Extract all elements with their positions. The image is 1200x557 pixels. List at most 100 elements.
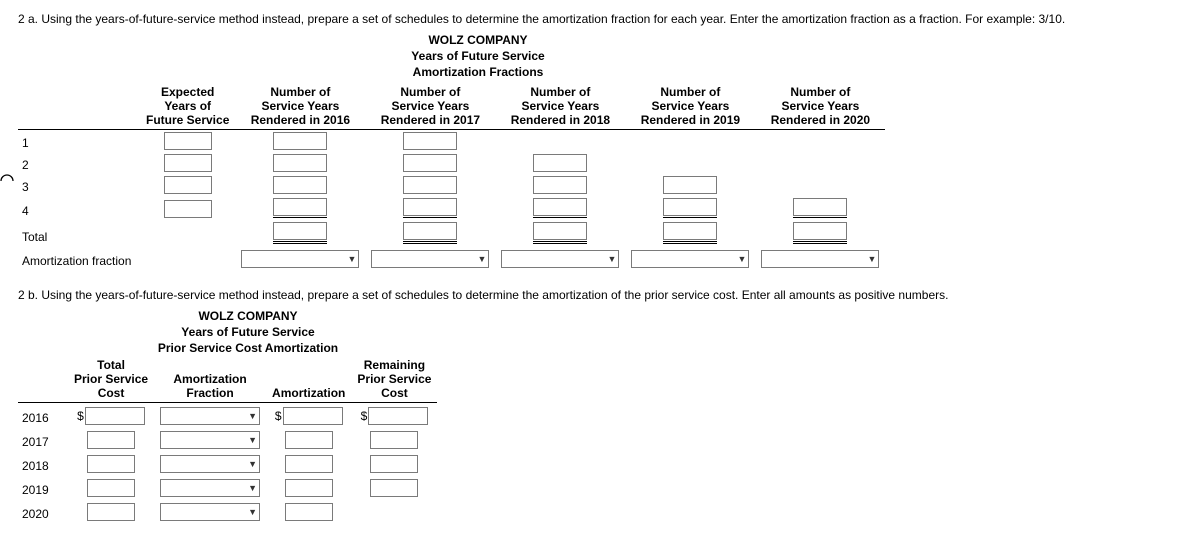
dropdown-fraction-2020[interactable]: ▼ (761, 250, 879, 268)
row-indicator-icon (0, 174, 14, 188)
col-expected-years: ExpectedYears ofFuture Service (140, 83, 235, 130)
col-rendered-2020: Number ofService YearsRendered in 2020 (755, 83, 885, 130)
input-r2017-1[interactable] (403, 132, 457, 150)
row-label: 2020 (18, 499, 68, 523)
input-amort-2018[interactable] (285, 455, 333, 473)
chevron-down-icon: ▼ (248, 435, 257, 445)
row-label: 2017 (18, 427, 68, 451)
table-row: 2 (18, 152, 885, 174)
dropdown-fraction-2016[interactable]: ▼ (241, 250, 359, 268)
col-rendered-2019: Number ofService YearsRendered in 2019 (625, 83, 755, 130)
dropdown-frac-2016[interactable]: ▼ (160, 407, 260, 425)
schedule-title-2a-2: Amortization Fractions (18, 64, 938, 80)
table-2b: TotalPrior ServiceCost AmortizationFract… (18, 356, 437, 523)
table-2a: ExpectedYears ofFuture Service Number of… (18, 83, 885, 270)
input-amort-2016[interactable] (283, 407, 343, 425)
dropdown-frac-2019[interactable]: ▼ (160, 479, 260, 497)
input-r2016-1[interactable] (273, 132, 327, 150)
dollar-sign: $ (275, 409, 283, 423)
row-label: 3 (18, 174, 140, 196)
input-total-2017[interactable] (403, 222, 457, 240)
chevron-down-icon: ▼ (248, 507, 257, 517)
table-row: 2018 ▼ (18, 451, 437, 475)
dropdown-frac-2017[interactable]: ▼ (160, 431, 260, 449)
row-label: 4 (18, 196, 140, 220)
input-psc-2019[interactable] (87, 479, 135, 497)
input-r2018-3[interactable] (533, 176, 587, 194)
dropdown-fraction-2019[interactable]: ▼ (631, 250, 749, 268)
input-expected-2[interactable] (164, 154, 212, 172)
dropdown-frac-2018[interactable]: ▼ (160, 455, 260, 473)
col-rendered-2017: Number ofService YearsRendered in 2017 (365, 83, 495, 130)
total-label: Total (18, 220, 140, 246)
input-r2019-4[interactable] (663, 198, 717, 216)
input-expected-3[interactable] (164, 176, 212, 194)
chevron-down-icon: ▼ (248, 459, 257, 469)
input-r2016-2[interactable] (273, 154, 327, 172)
input-r2020-4[interactable] (793, 198, 847, 216)
table-row: 1 (18, 129, 885, 152)
dropdown-fraction-2018[interactable]: ▼ (501, 250, 619, 268)
dollar-sign: $ (77, 409, 85, 423)
table-row-total: Total (18, 220, 885, 246)
chevron-down-icon: ▼ (607, 254, 616, 264)
input-rem-2017[interactable] (370, 431, 418, 449)
table-row-amort-fraction: Amortization fraction ▼ ▼ ▼ ▼ ▼ (18, 246, 885, 270)
input-amort-2019[interactable] (285, 479, 333, 497)
input-rem-2019[interactable] (370, 479, 418, 497)
input-total-2019[interactable] (663, 222, 717, 240)
input-r2016-3[interactable] (273, 176, 327, 194)
input-r2017-2[interactable] (403, 154, 457, 172)
input-rem-2018[interactable] (370, 455, 418, 473)
chevron-down-icon: ▼ (248, 411, 257, 421)
input-amort-2017[interactable] (285, 431, 333, 449)
table-row: 2019 ▼ (18, 475, 437, 499)
schedule-title-2a-1: Years of Future Service (18, 48, 938, 64)
dropdown-frac-2020[interactable]: ▼ (160, 503, 260, 521)
row-label: 2018 (18, 451, 68, 475)
col-rendered-2018: Number ofService YearsRendered in 2018 (495, 83, 625, 130)
input-r2019-3[interactable] (663, 176, 717, 194)
schedule-title-2b-2: Prior Service Cost Amortization (18, 340, 478, 356)
col-rendered-2016: Number ofService YearsRendered in 2016 (235, 83, 365, 130)
table-row: 2020 ▼ (18, 499, 437, 523)
company-name-2a: WOLZ COMPANY (18, 32, 938, 48)
schedule-title-2b-1: Years of Future Service (18, 324, 478, 340)
col-remaining-psc: RemainingPrior ServiceCost (351, 356, 437, 403)
input-amort-2020[interactable] (285, 503, 333, 521)
col-amort-fraction: AmortizationFraction (154, 356, 266, 403)
input-total-2016[interactable] (273, 222, 327, 240)
col-total-psc: TotalPrior ServiceCost (68, 356, 154, 403)
input-r2018-4[interactable] (533, 198, 587, 216)
dollar-sign: $ (361, 409, 369, 423)
input-r2018-2[interactable] (533, 154, 587, 172)
input-psc-2018[interactable] (87, 455, 135, 473)
chevron-down-icon: ▼ (248, 483, 257, 493)
input-psc-2016[interactable] (85, 407, 145, 425)
company-name-2b: WOLZ COMPANY (18, 308, 478, 324)
chevron-down-icon: ▼ (737, 254, 746, 264)
input-expected-4[interactable] (164, 200, 212, 218)
row-label: 2019 (18, 475, 68, 499)
input-expected-1[interactable] (164, 132, 212, 150)
table-row: 3 (18, 174, 885, 196)
col-amortization: Amortization (266, 356, 351, 403)
row-label: 2 (18, 152, 140, 174)
question-2a-text: 2 a. Using the years-of-future-service m… (18, 12, 1182, 26)
table-row: 2016 $ ▼ $ $ (18, 403, 437, 428)
question-2b-text: 2 b. Using the years-of-future-service m… (18, 288, 1182, 302)
input-total-2020[interactable] (793, 222, 847, 240)
input-total-2018[interactable] (533, 222, 587, 240)
input-r2017-4[interactable] (403, 198, 457, 216)
chevron-down-icon: ▼ (477, 254, 486, 264)
input-psc-2020[interactable] (87, 503, 135, 521)
input-rem-2016[interactable] (368, 407, 428, 425)
input-r2017-3[interactable] (403, 176, 457, 194)
input-r2016-4[interactable] (273, 198, 327, 216)
input-psc-2017[interactable] (87, 431, 135, 449)
chevron-down-icon: ▼ (867, 254, 876, 264)
table-row: 4 (18, 196, 885, 220)
dropdown-fraction-2017[interactable]: ▼ (371, 250, 489, 268)
row-label: 2016 (18, 403, 68, 428)
row-label: 1 (18, 129, 140, 152)
